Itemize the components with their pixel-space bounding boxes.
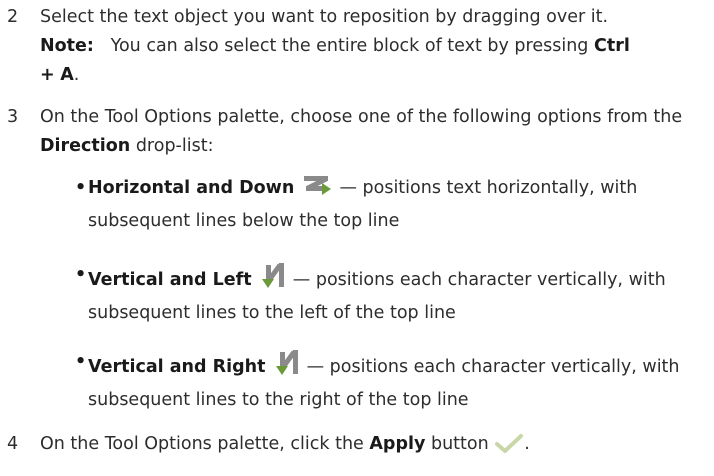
- step-text-after: button: [430, 434, 489, 454]
- step-number: 2: [7, 7, 19, 27]
- option-label: Vertical and Right: [88, 357, 266, 377]
- option-label: Horizontal and Down: [88, 178, 295, 198]
- direction-label: Direction: [40, 136, 131, 156]
- note-text: You can also select the entire block of …: [110, 36, 589, 56]
- note-label: Note:: [40, 36, 94, 56]
- horizontal-down-icon: [300, 175, 334, 207]
- step-2: 2 Select the text object you want to rep…: [0, 3, 714, 90]
- option-vertical-left: • Vertical and Left — positions each cha…: [75, 261, 708, 328]
- step-text-after: drop-list:: [135, 136, 214, 156]
- step-number: 3: [7, 107, 19, 127]
- option-vertical-right: • Vertical and Right — positions each ch…: [75, 348, 708, 415]
- vertical-left-icon: [257, 261, 287, 299]
- bullet-dot: •: [75, 178, 87, 198]
- bullet-dot: •: [75, 352, 87, 372]
- step-text: Select the text object you want to repos…: [40, 7, 609, 27]
- bullet-dot: •: [75, 265, 87, 285]
- option-label: Vertical and Left: [88, 270, 252, 290]
- apply-label: Apply: [369, 434, 426, 454]
- key-ctrl: Ctrl: [594, 36, 630, 56]
- step-end: .: [524, 434, 530, 454]
- vertical-right-icon: [271, 348, 301, 386]
- step-text: On the Tool Options palette, choose one …: [40, 107, 683, 127]
- step-number: 4: [7, 434, 19, 454]
- note-end: .: [73, 65, 80, 85]
- key-plus: +: [40, 65, 55, 85]
- step-3: 3 On the Tool Options palette, choose on…: [0, 103, 714, 161]
- step-4: 4 On the Tool Options palette, click the…: [0, 430, 714, 463]
- checkmark-icon: [494, 433, 524, 463]
- key-a: A: [60, 65, 74, 85]
- step-text: On the Tool Options palette, click the: [40, 434, 364, 454]
- option-horizontal-down: • Horizontal and Down — positions text h…: [75, 174, 708, 236]
